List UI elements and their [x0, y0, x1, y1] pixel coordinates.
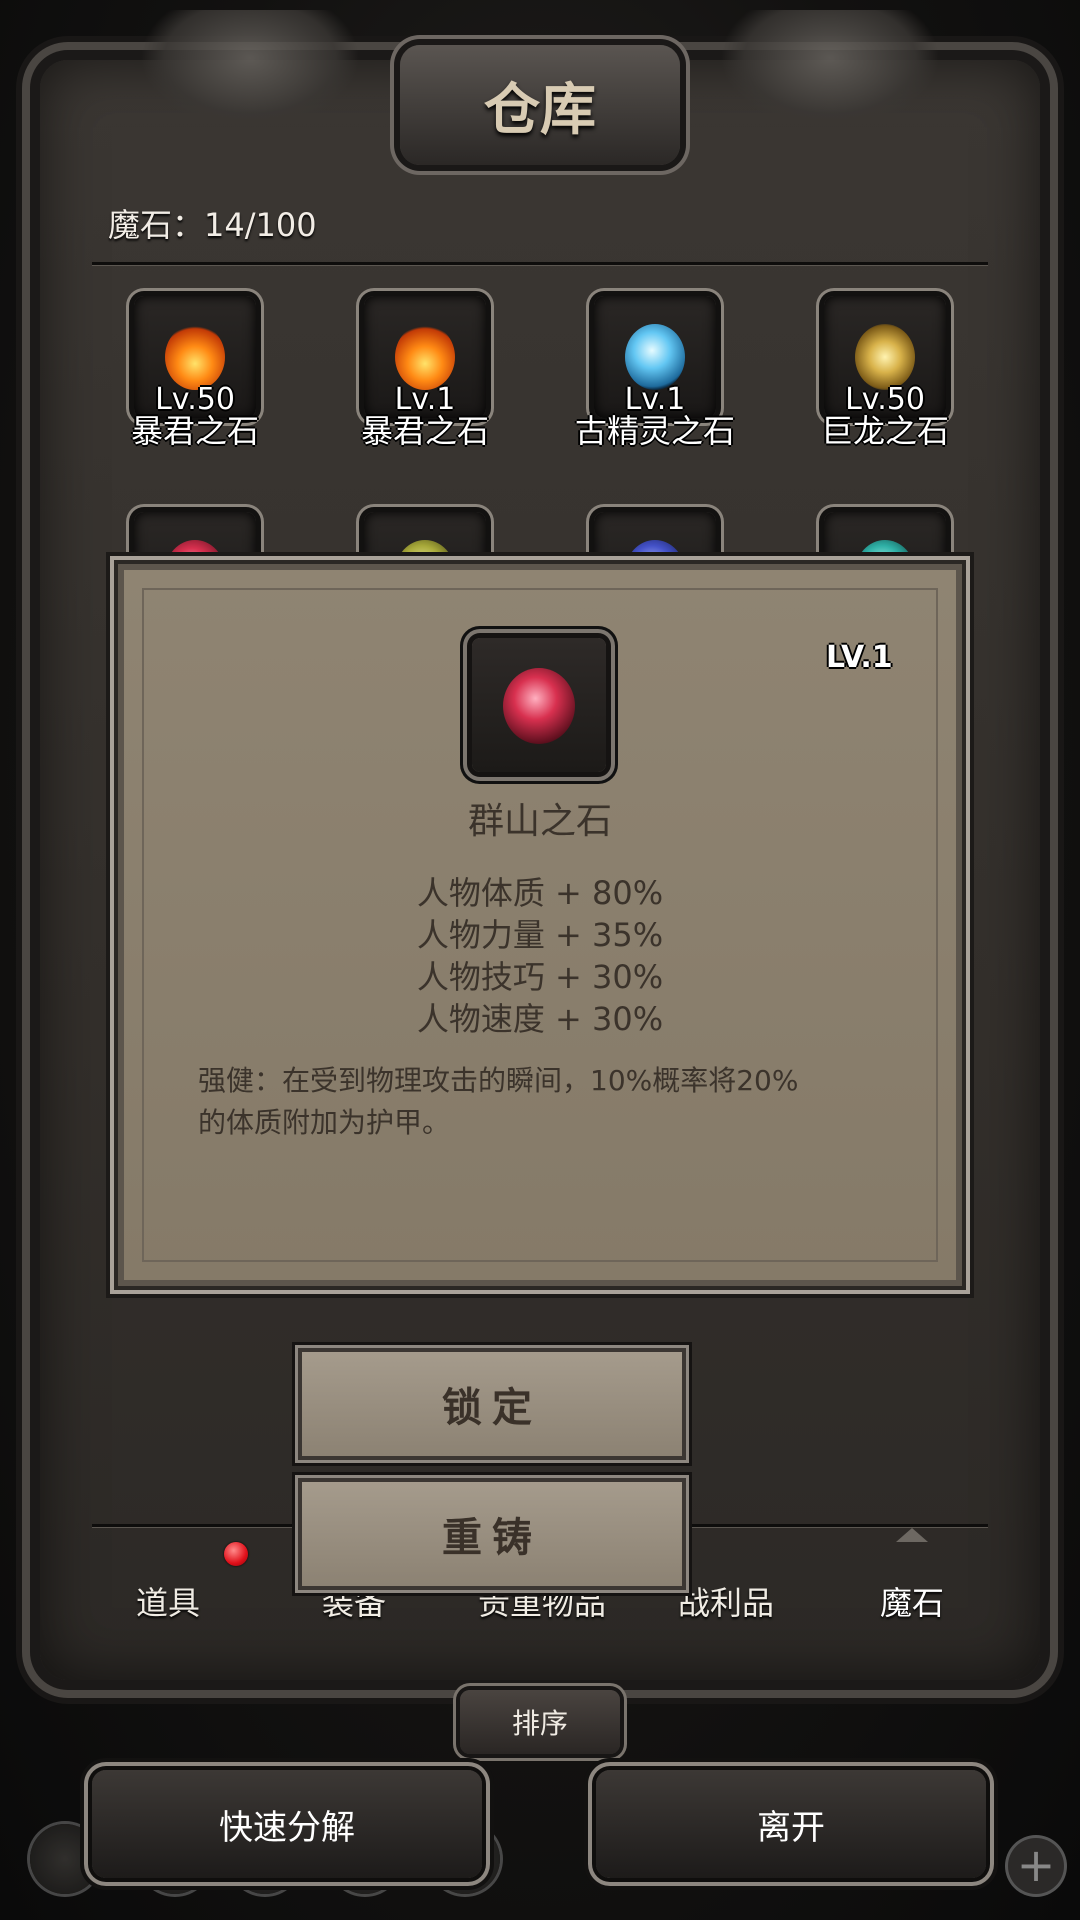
tab-items[interactable]: 道具 — [78, 1578, 258, 1624]
divider-top — [92, 262, 988, 265]
description-line: 强健：在受到物理攻击的瞬间，10%概率将20% — [198, 1064, 799, 1097]
stone-counter: 魔石：14/100 — [108, 206, 317, 244]
quick-decompose-button[interactable]: 快速分解 — [92, 1770, 482, 1878]
leave-button[interactable]: 离开 — [596, 1770, 986, 1878]
slot-name: 古精灵之石 — [574, 412, 735, 450]
detail-name: 群山之石 — [467, 801, 612, 842]
frame-ornament-right — [720, 10, 940, 130]
slot-name: 暴君之石 — [130, 412, 259, 450]
frame-ornament-left — [140, 10, 360, 130]
detail-stone-slot — [472, 638, 606, 772]
tab-magic-stones[interactable]: 魔石 — [822, 1578, 1002, 1624]
active-tab-indicator-icon — [896, 1528, 928, 1542]
stone-slot[interactable]: Lv.1 — [594, 296, 716, 418]
sort-button[interactable]: 排序 — [460, 1690, 620, 1754]
slot-name: 巨龙之石 — [820, 412, 949, 450]
reforge-button[interactable]: 重铸 — [302, 1482, 682, 1586]
detail-stat: 人物力量 + 35% — [416, 916, 664, 954]
detail-stat: 人物体质 + 80% — [416, 874, 664, 912]
stone-slot[interactable]: Lv.50 — [824, 296, 946, 418]
fire-stone-icon — [395, 324, 455, 390]
detail-stat: 人物速度 + 30% — [416, 1000, 664, 1038]
page-title: 仓库 — [484, 76, 596, 143]
settings-gear-icon[interactable] — [30, 1824, 100, 1894]
description-line: 的体质附加为护甲。 — [198, 1106, 451, 1139]
slot-name: 暴君之石 — [360, 412, 489, 450]
red-gem-icon — [503, 668, 575, 744]
stone-slot[interactable]: Lv.50 — [134, 296, 256, 418]
detail-stat: 人物技巧 + 30% — [416, 958, 664, 996]
detail-level: LV.1 — [826, 640, 893, 675]
add-currency-icon[interactable]: + — [1008, 1838, 1064, 1894]
stone-slot[interactable]: Lv.1 — [364, 296, 486, 418]
notification-dot — [224, 1542, 248, 1566]
fire-stone-icon — [165, 324, 225, 390]
ice-stone-icon — [625, 324, 685, 390]
detail-description: 强健：在受到物理攻击的瞬间，10%概率将20% 的体质附加为护甲。 — [198, 1060, 888, 1144]
lock-button[interactable]: 锁定 — [302, 1352, 682, 1456]
title-plate: 仓库 — [400, 45, 680, 165]
dragon-stone-icon — [855, 324, 915, 390]
